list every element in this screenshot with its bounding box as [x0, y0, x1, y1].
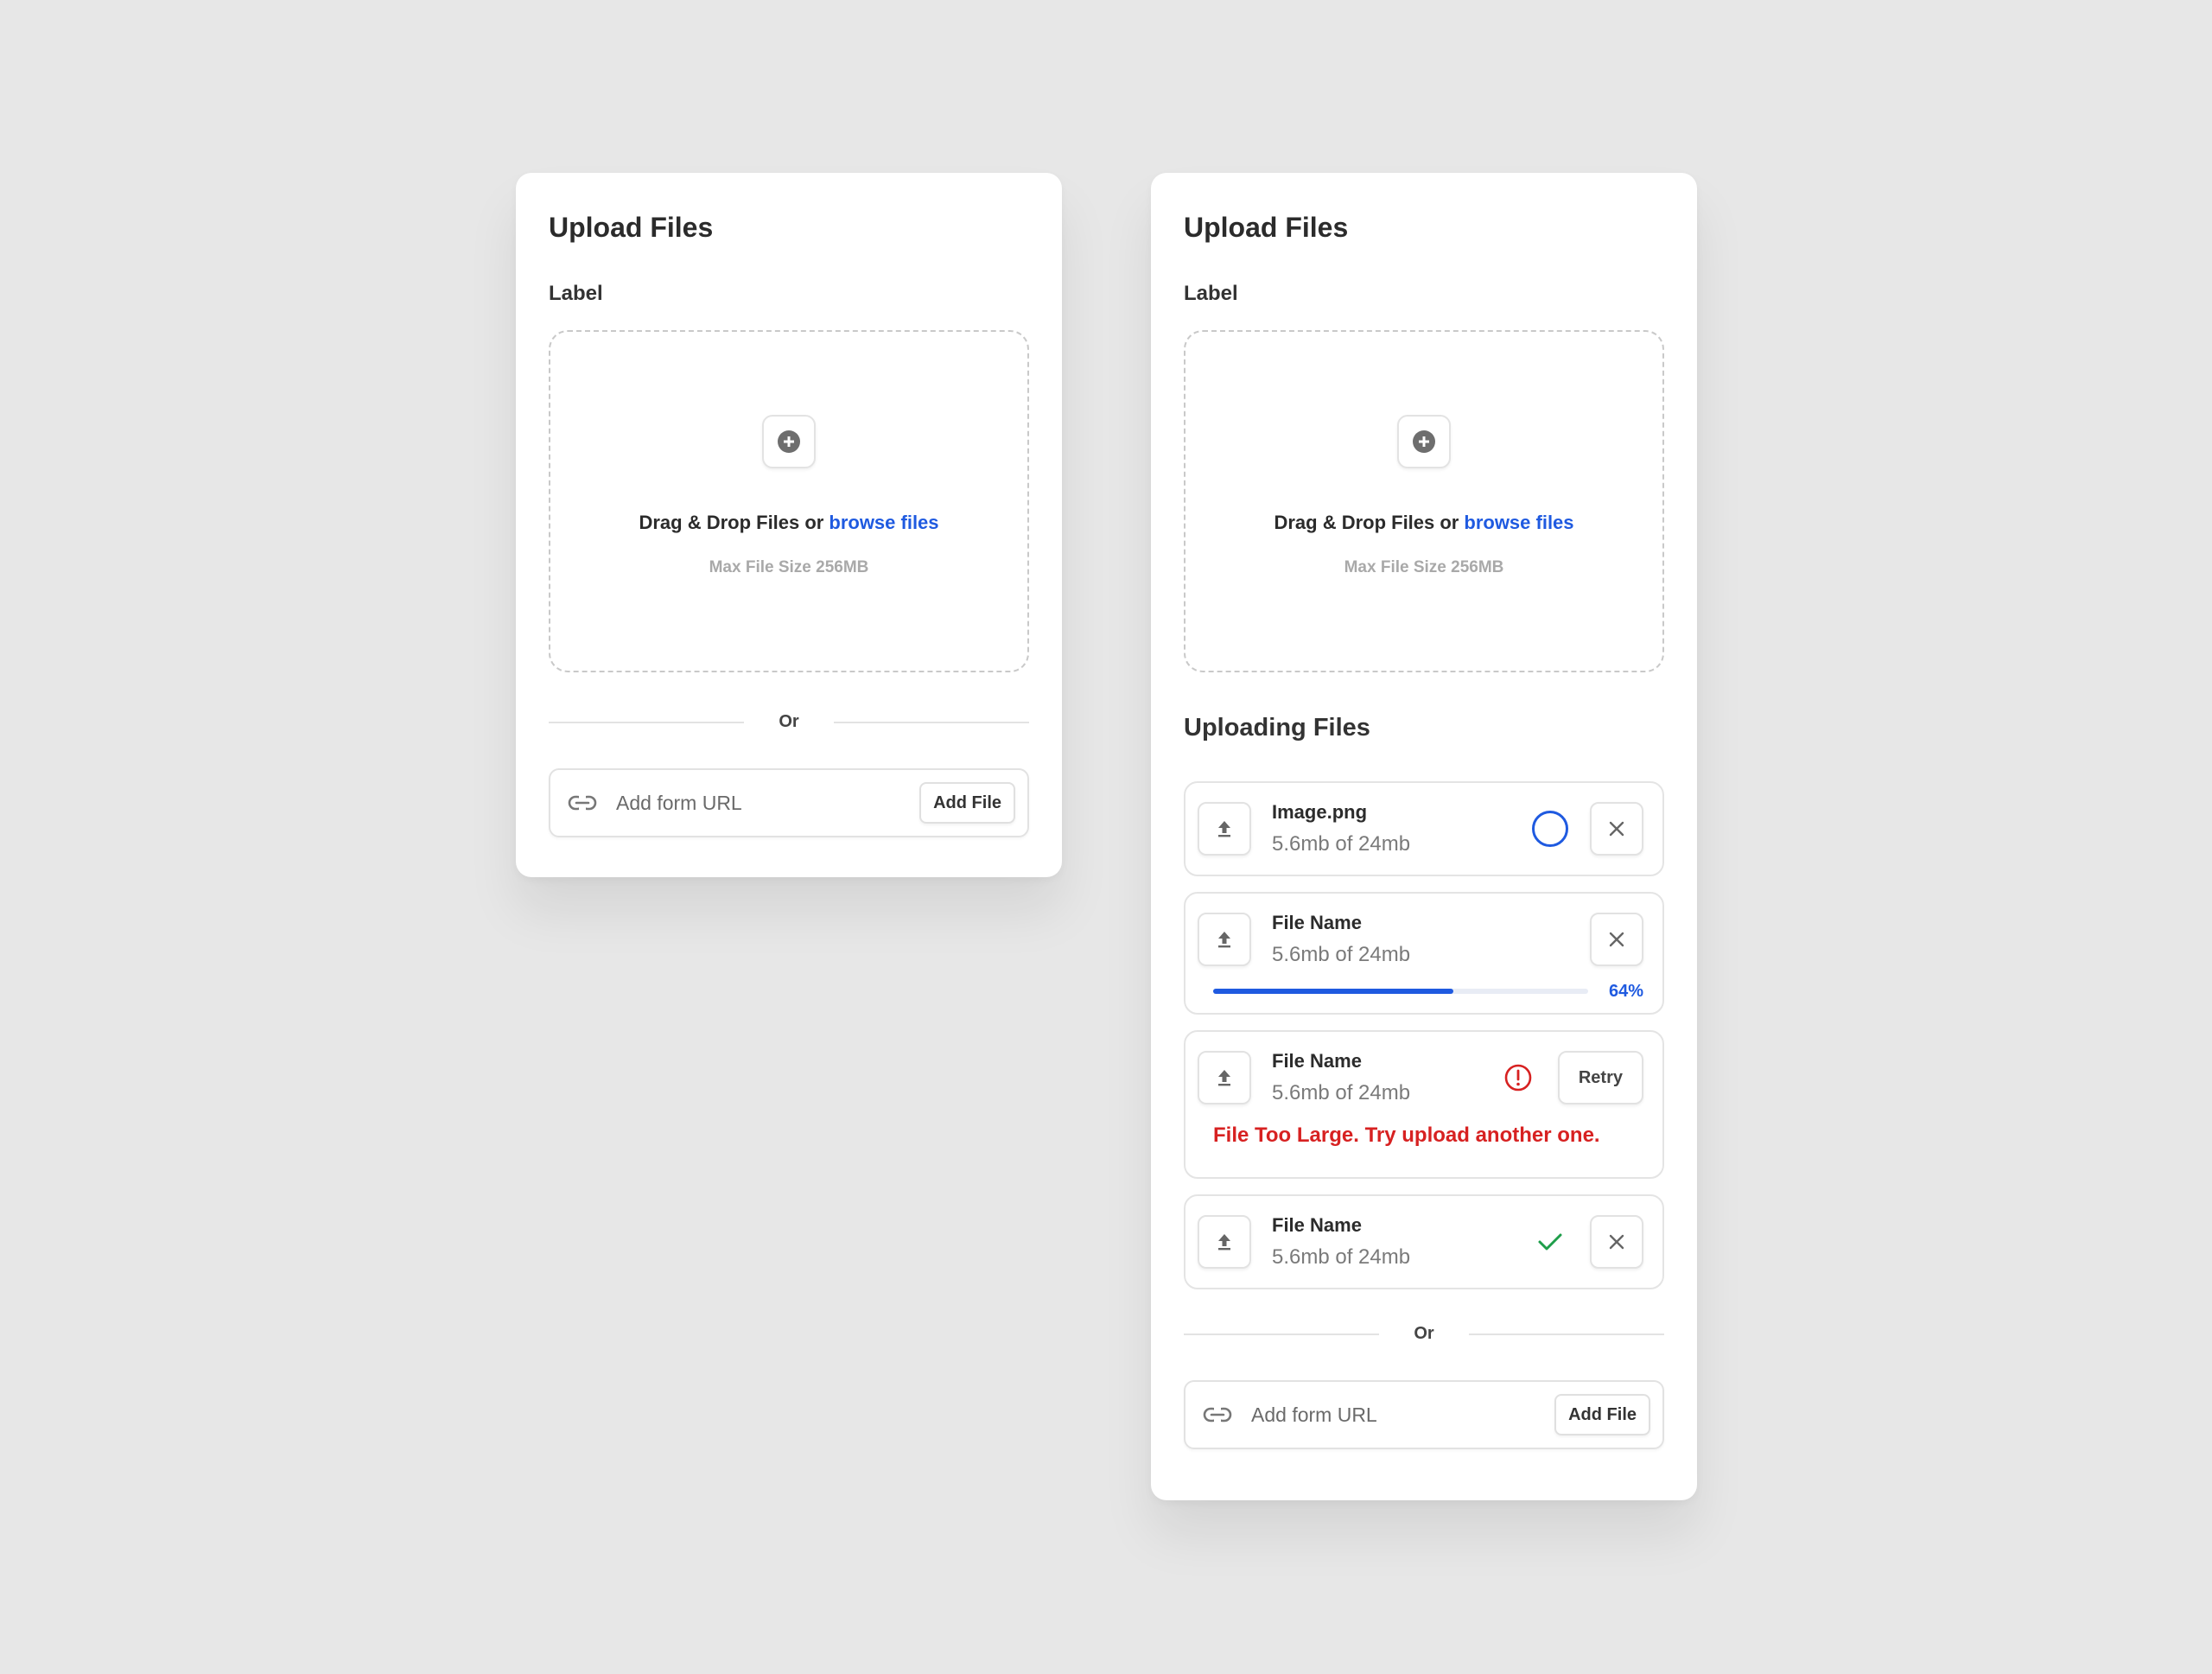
file-info: File Name 5.6mb of 24mb — [1272, 1213, 1528, 1270]
upload-card-with-files: Upload Files Label Drag & Drop Files or b… — [1151, 173, 1697, 1500]
checkmark-icon — [1538, 1233, 1562, 1251]
dropzone[interactable]: Drag & Drop Files or browse files Max Fil… — [1184, 330, 1664, 672]
progress-percent: 64% — [1608, 981, 1643, 1001]
add-file-button[interactable] — [1397, 415, 1451, 468]
dropzone[interactable]: Drag & Drop Files or browse files Max Fil… — [549, 330, 1029, 672]
plus-circle-icon — [1413, 430, 1435, 453]
or-divider: Or — [549, 712, 1029, 732]
file-name: File Name — [1272, 1214, 1362, 1236]
file-item-error: File Name 5.6mb of 24mb Retry File Too L… — [1184, 1030, 1664, 1179]
divider-line — [1468, 1333, 1664, 1335]
file-item-done: File Name 5.6mb of 24mb — [1184, 1194, 1664, 1289]
remove-file-button[interactable] — [1590, 1215, 1643, 1269]
close-icon — [1609, 932, 1624, 947]
divider-line — [1184, 1333, 1380, 1335]
link-icon — [1203, 1407, 1232, 1423]
browse-files-link[interactable]: browse files — [829, 512, 938, 533]
upload-icon — [1218, 821, 1230, 837]
file-item-loading: Image.png 5.6mb of 24mb — [1184, 781, 1664, 876]
loading-spinner-icon — [1532, 811, 1568, 847]
url-input[interactable] — [1249, 1402, 1555, 1428]
upload-icon — [1218, 1070, 1230, 1086]
url-input[interactable] — [614, 790, 920, 816]
link-icon — [568, 795, 597, 811]
error-alert-icon — [1504, 1064, 1532, 1092]
upload-icon — [1218, 932, 1230, 948]
file-upload-icon-box — [1198, 913, 1251, 966]
dropzone-text: Drag & Drop Files or browse files — [639, 512, 938, 534]
file-size: 5.6mb of 24mb — [1272, 1245, 1411, 1269]
add-file-url-button[interactable]: Add File — [919, 782, 1015, 824]
remove-file-button[interactable] — [1590, 802, 1643, 856]
error-message: File Too Large. Try upload another one. — [1213, 1123, 1600, 1147]
upload-card-empty: Upload Files Label Drag & Drop Files or b… — [516, 173, 1062, 877]
remove-file-button[interactable] — [1590, 913, 1643, 966]
file-info: Image.png 5.6mb of 24mb — [1272, 800, 1528, 857]
file-list: Image.png 5.6mb of 24mb File Name 5.6mb … — [1184, 781, 1664, 1289]
status-indicator — [1528, 806, 1573, 851]
plus-circle-icon — [778, 430, 800, 453]
progress-row: 64% — [1198, 970, 1643, 1013]
card-title: Upload Files — [1184, 212, 1349, 243]
drag-drop-text: Drag & Drop Files or — [639, 512, 824, 533]
file-size: 5.6mb of 24mb — [1272, 1081, 1411, 1104]
file-upload-icon-box — [1198, 802, 1251, 856]
file-size: 5.6mb of 24mb — [1272, 943, 1411, 966]
file-upload-icon-box — [1198, 1215, 1251, 1269]
or-divider: Or — [1184, 1324, 1664, 1344]
retry-button[interactable]: Retry — [1557, 1051, 1643, 1104]
file-name: File Name — [1272, 912, 1362, 933]
url-field-row: Add File — [1184, 1380, 1664, 1449]
progress-bar-fill — [1213, 989, 1453, 994]
file-info: File Name 5.6mb of 24mb — [1272, 911, 1590, 968]
field-label: Label — [549, 282, 603, 305]
divider-line — [833, 721, 1029, 723]
file-name: Image.png — [1272, 801, 1368, 823]
or-label: Or — [1414, 1324, 1434, 1343]
max-file-size: Max File Size 256MB — [1344, 558, 1504, 576]
add-file-button[interactable] — [762, 415, 816, 468]
or-label: Or — [779, 712, 799, 731]
add-file-url-button[interactable]: Add File — [1554, 1394, 1650, 1435]
card-title: Upload Files — [549, 212, 714, 243]
status-indicator — [1496, 1055, 1541, 1100]
status-indicator — [1528, 1219, 1573, 1264]
file-info: File Name 5.6mb of 24mb — [1272, 1049, 1496, 1106]
uploading-files-title: Uploading Files — [1184, 714, 1370, 742]
progress-bar — [1213, 989, 1588, 994]
divider-line — [549, 721, 745, 723]
browse-files-link[interactable]: browse files — [1464, 512, 1573, 533]
url-field-row: Add File — [549, 768, 1029, 837]
file-upload-icon-box — [1198, 1051, 1251, 1104]
upload-icon — [1218, 1234, 1230, 1251]
field-label: Label — [1184, 282, 1238, 305]
drag-drop-text: Drag & Drop Files or — [1274, 512, 1459, 533]
close-icon — [1609, 1234, 1624, 1250]
file-name: File Name — [1272, 1050, 1362, 1072]
file-item-progress: File Name 5.6mb of 24mb 64% — [1184, 892, 1664, 1015]
close-icon — [1609, 821, 1624, 837]
max-file-size: Max File Size 256MB — [709, 558, 869, 576]
dropzone-text: Drag & Drop Files or browse files — [1274, 512, 1573, 534]
file-size: 5.6mb of 24mb — [1272, 832, 1411, 856]
